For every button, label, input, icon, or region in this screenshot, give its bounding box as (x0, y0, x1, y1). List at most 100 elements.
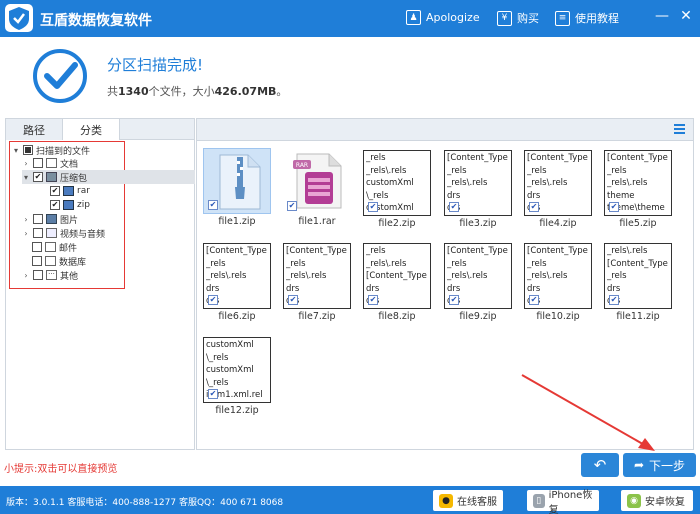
buy-label: 购买 (517, 12, 539, 25)
online-service-label: 在线客服 (457, 497, 497, 508)
online-service-button[interactable]: ● 在线客服 (433, 490, 503, 511)
mail-icon (45, 242, 56, 252)
file-thumbnail[interactable]: _rels\.rels[Content_Type_relsdrsdrs ✔ (604, 243, 672, 309)
file-checkbox[interactable]: ✔ (208, 200, 218, 210)
tree-item-label: rar (77, 186, 90, 196)
file-item[interactable]: _rels\.rels[Content_Type_relsdrsdrs ✔ fi… (604, 243, 672, 322)
tree-item-label: 图片 (60, 215, 79, 226)
next-step-button[interactable]: ➦ 下一步 (623, 453, 696, 477)
back-button[interactable]: ↶ (581, 453, 619, 477)
file-checkbox[interactable]: ✔ (529, 295, 539, 305)
footer-bar: 版本：3.0.1.1 客服电话：400-888-1277 客服QQ：400 67… (0, 486, 700, 514)
checkbox-images[interactable] (33, 214, 43, 224)
tree-item-label: 邮件 (59, 243, 78, 254)
file-name: file1.rar (298, 216, 336, 227)
buy-link[interactable]: ¥ 购买 (497, 10, 539, 26)
file-thumbnail[interactable]: RAR ✔ (283, 148, 351, 214)
checkbox-archive[interactable] (33, 172, 43, 182)
file-item[interactable]: [Content_Type_rels_rels\.relsdrsdrs ✔ fi… (203, 243, 271, 322)
file-thumbnail[interactable]: [Content_Type_rels_rels\.relsdrsdrs ✔ (444, 150, 512, 216)
iphone-icon: ▯ (533, 493, 545, 508)
file-name: file5.zip (619, 218, 657, 229)
file-checkbox[interactable]: ✔ (288, 295, 298, 305)
file-checkbox[interactable]: ✔ (208, 295, 218, 305)
checkbox-rar[interactable] (50, 186, 60, 196)
file-thumbnail[interactable]: _rels_rels\.rels[Content_Typedrsdrs ✔ (363, 243, 431, 309)
chevron-right-icon[interactable]: › (22, 271, 30, 280)
checkbox-database[interactable] (32, 256, 42, 266)
file-item[interactable]: ✔ file1.zip (203, 148, 271, 227)
database-icon (45, 256, 56, 266)
tree-item-other[interactable]: › ··· 其他 (22, 268, 78, 282)
tree-item-archive[interactable]: ▾ 压缩包 (22, 170, 195, 184)
scan-complete-title: 分区扫描完成! (107, 56, 204, 74)
tab-category[interactable]: 分类 (63, 119, 120, 141)
scan-result-header: 分区扫描完成! 共1340个文件，大小426.07MB。 (0, 37, 700, 117)
chevron-right-icon[interactable]: › (22, 159, 30, 168)
person-icon: ♟ (406, 10, 421, 25)
file-thumbnail[interactable]: [Content_Type_rels_rels\.relsdrsdrs ✔ (283, 243, 351, 309)
file-checkbox[interactable]: ✔ (368, 295, 378, 305)
qq-penguin-icon: ● (439, 493, 453, 508)
file-item[interactable]: [Content_Type_rels_rels\.relsdrsdrs ✔ fi… (524, 150, 592, 229)
checkbox-zip[interactable] (50, 200, 60, 210)
file-thumbnail[interactable]: _rels _rels\.rels customXml \_rels customXml… (363, 150, 431, 216)
tree-item-label: zip (77, 200, 90, 210)
file-item[interactable]: _rels _rels\.rels customXml \_rels customXml… (363, 150, 431, 229)
file-item[interactable]: RAR ✔ file1.rar (283, 148, 351, 227)
file-thumbnail[interactable]: [Content_Type_rels_rels\.relsdrsdrs ✔ (524, 150, 592, 216)
tree-root[interactable]: ▾ 扫描到的文件 (12, 143, 90, 157)
file-item[interactable]: [Content_Type _rels _rels\.rels theme theme\… (604, 150, 672, 229)
file-thumbnail[interactable]: [Content_Type_rels_rels\.relsdrsdrs ✔ (203, 243, 271, 309)
file-checkbox[interactable]: ✔ (287, 201, 297, 211)
tree-root-label: 扫描到的文件 (36, 146, 91, 157)
android-recovery-button[interactable]: ◉ 安卓恢复 (621, 490, 693, 511)
tree-item-video[interactable]: › 视频与音频 (22, 226, 105, 240)
file-name: file11.zip (616, 311, 660, 322)
tab-path[interactable]: 路径 (6, 119, 63, 140)
file-thumbnail[interactable]: [Content_Type_rels_rels\.relsdrsdrs ✔ (524, 243, 592, 309)
minimize-button[interactable]: — (652, 6, 672, 26)
tree-item-zip[interactable]: zip (50, 198, 90, 212)
tutorial-link[interactable]: ≡ 使用教程 (555, 10, 619, 26)
checkbox-mail[interactable] (32, 242, 42, 252)
file-item[interactable]: [Content_Type_rels_rels\.relsdrsdrs ✔ fi… (283, 243, 351, 322)
file-checkbox[interactable]: ✔ (208, 389, 218, 399)
chevron-right-icon[interactable]: › (22, 215, 30, 224)
file-thumbnail[interactable]: customXml \_rels customXml \_rels item1.xml.… (203, 337, 271, 403)
file-checkbox[interactable]: ✔ (368, 202, 378, 212)
apologize-link[interactable]: ♟ Apologize (406, 10, 480, 25)
menu-icon[interactable] (674, 124, 685, 134)
file-item[interactable]: [Content_Type_rels_rels\.relsdrsdrs ✔ fi… (524, 243, 592, 322)
tree-item-docs[interactable]: › 文档 (22, 156, 78, 170)
file-thumbnail[interactable]: [Content_Type _rels _rels\.rels theme theme\… (604, 150, 672, 216)
file-count: 1340 (118, 85, 149, 98)
chevron-down-icon[interactable]: ▾ (22, 173, 30, 182)
tree-item-mail[interactable]: 邮件 (32, 240, 77, 254)
checkbox-root[interactable] (23, 145, 33, 155)
file-item[interactable]: customXml \_rels customXml \_rels item1.xml.… (203, 337, 271, 416)
file-item[interactable]: [Content_Type_rels_rels\.relsdrsdrs ✔ fi… (444, 243, 512, 322)
tree-item-rar[interactable]: rar (50, 184, 90, 198)
checkbox-other[interactable] (33, 270, 43, 280)
file-checkbox[interactable]: ✔ (449, 202, 459, 212)
iphone-recovery-button[interactable]: ▯ iPhone恢复 (527, 490, 599, 514)
scan-summary: 共1340个文件，大小426.07MB。 (107, 85, 288, 98)
image-icon (63, 186, 74, 196)
file-checkbox[interactable]: ✔ (449, 295, 459, 305)
chevron-right-icon[interactable]: › (22, 229, 30, 238)
file-name: file8.zip (378, 311, 416, 322)
file-checkbox[interactable]: ✔ (529, 202, 539, 212)
close-button[interactable]: ✕ (676, 6, 696, 26)
file-item[interactable]: [Content_Type_rels_rels\.relsdrsdrs ✔ fi… (444, 150, 512, 229)
chevron-down-icon[interactable]: ▾ (12, 146, 20, 155)
tree-item-database[interactable]: 数据库 (32, 254, 86, 268)
file-checkbox[interactable]: ✔ (609, 295, 619, 305)
file-thumbnail[interactable]: [Content_Type_rels_rels\.relsdrsdrs ✔ (444, 243, 512, 309)
checkbox-docs[interactable] (33, 158, 43, 168)
file-checkbox[interactable]: ✔ (609, 202, 619, 212)
file-thumbnail[interactable]: ✔ (203, 148, 271, 214)
tree-item-images[interactable]: › 图片 (22, 212, 78, 226)
checkbox-video[interactable] (33, 228, 43, 238)
file-item[interactable]: _rels_rels\.rels[Content_Typedrsdrs ✔ fi… (363, 243, 431, 322)
